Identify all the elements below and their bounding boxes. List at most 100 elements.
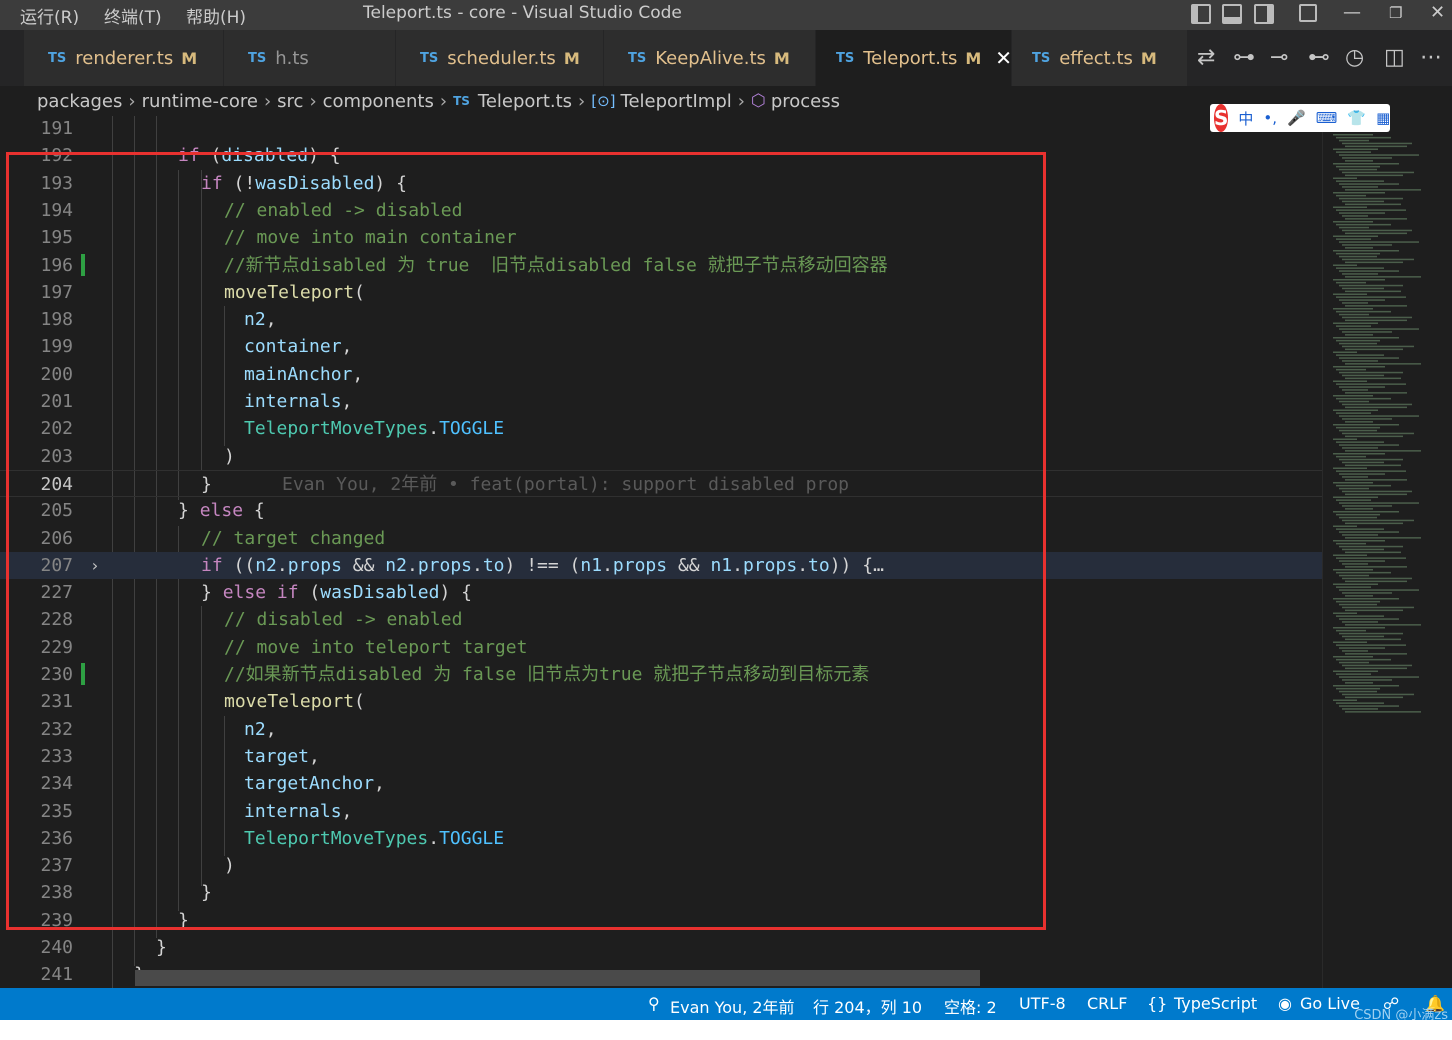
tab-teleport[interactable]: TS Teleport.ts M ✕ (816, 30, 1012, 86)
code-line[interactable]: 202 TeleportMoveTypes.TOGGLE (0, 415, 1322, 442)
code-line[interactable]: 203) (0, 443, 1322, 470)
breadcrumb-packages[interactable]: packages (37, 91, 122, 112)
minimap-line (1345, 392, 1407, 394)
breadcrumb-file[interactable]: Teleport.ts (478, 91, 572, 112)
git-compare-icon[interactable]: ⇄ (1197, 44, 1215, 72)
minimap-line (1336, 339, 1380, 342)
split-editor-icon[interactable]: ◫ (1384, 44, 1405, 72)
minimap-line (1345, 290, 1401, 293)
status-encoding[interactable]: UTF-8 (1019, 994, 1066, 1013)
toggle-primary-sidebar-icon[interactable] (1191, 4, 1211, 24)
code-line[interactable]: 207 if ((n2.props && n2.props.to) !== (n1… (0, 551, 1322, 580)
restore-icon[interactable]: ❐ (1389, 4, 1402, 22)
code-line[interactable]: 199 container, (0, 333, 1322, 360)
code-line[interactable]: 236 TeleportMoveTypes.TOGGLE (0, 825, 1322, 852)
minimap-line (1339, 502, 1419, 504)
toggle-panel-icon[interactable] (1222, 4, 1242, 24)
punctuation-icon[interactable]: •, (1263, 109, 1277, 127)
skin-icon[interactable]: 👕 (1347, 109, 1366, 127)
breadcrumb-components[interactable]: components (323, 91, 434, 112)
status-eol[interactable]: CRLF (1087, 994, 1127, 1013)
status-language[interactable]: TypeScript (1174, 994, 1257, 1013)
tab-keepalive[interactable]: TS KeepAlive.ts M (604, 30, 816, 86)
minimize-icon[interactable]: — (1343, 2, 1361, 23)
git-commit-icon[interactable]: ⊸ (1270, 44, 1288, 72)
close-tab-icon[interactable]: ✕ (995, 46, 1012, 70)
status-blame[interactable]: Evan You, 2年前 (670, 994, 795, 1018)
breadcrumb-src[interactable]: src (277, 91, 303, 112)
customize-layout-icon[interactable] (1299, 4, 1317, 22)
menu-terminal[interactable]: 终端(T) (104, 3, 162, 28)
code-line[interactable]: 238} (0, 879, 1322, 906)
code-line[interactable]: 201 internals, (0, 388, 1322, 415)
status-cursor-position[interactable]: 行 204，列 10 (813, 994, 922, 1018)
code-line[interactable]: 233 target, (0, 743, 1322, 770)
close-window-icon[interactable]: ✕ (1430, 2, 1445, 23)
code-line[interactable]: 194 // enabled -> disabled (0, 197, 1322, 224)
code-line[interactable]: 239} (0, 907, 1322, 934)
minimap-line (1333, 641, 1367, 643)
code-line[interactable]: 196 //新节点disabled 为 true 旧节点disabled fals… (0, 252, 1322, 279)
code-editor[interactable]: 191 192 if (disabled) {193 if (!wasDisabled… (0, 116, 1322, 988)
git-prev-change-icon[interactable]: ⊶ (1233, 44, 1255, 72)
code-line[interactable]: 231 moveTeleport( (0, 688, 1322, 715)
code-line[interactable]: 205} else { (0, 497, 1322, 524)
minimap-line (1345, 638, 1401, 641)
timeline-icon[interactable]: ◷ (1345, 44, 1364, 72)
minimap-line (1342, 302, 1368, 304)
toggle-secondary-sidebar-icon[interactable] (1254, 4, 1274, 24)
keyboard-icon[interactable]: ⌨ (1316, 109, 1338, 127)
code-line[interactable]: 227} else if (wasDisabled) { (0, 579, 1322, 606)
minimap-line (1333, 424, 1399, 426)
minimap-line (1336, 368, 1366, 371)
tab-h[interactable]: TS h.ts (224, 30, 396, 86)
code-line[interactable]: 204} Evan You, 2年前 • feat(portal): suppor… (0, 469, 1322, 498)
tab-effect[interactable]: TS effect.ts M (1012, 30, 1188, 86)
fold-chevron-icon[interactable]: › (90, 552, 100, 579)
code-line[interactable]: 228 // disabled -> enabled (0, 606, 1322, 633)
minimap-line (1336, 470, 1406, 472)
git-modified-marker[interactable] (81, 663, 85, 685)
minimap-line (1339, 371, 1403, 374)
git-modified-marker[interactable] (81, 253, 85, 276)
status-go-live[interactable]: Go Live (1300, 994, 1360, 1013)
menu-run[interactable]: 运行(R) (20, 3, 79, 28)
code-line[interactable]: 206 // target changed (0, 525, 1322, 552)
code-line[interactable]: 240} (0, 934, 1322, 961)
minimap-line (1336, 644, 1406, 646)
code-line[interactable]: 193 if (!wasDisabled) { (0, 170, 1322, 197)
minimap-line (1339, 226, 1369, 229)
minimap-line (1342, 664, 1412, 667)
tab-scheduler[interactable]: TS scheduler.ts M (396, 30, 604, 86)
minimap-line (1342, 548, 1384, 551)
minimap-line (1336, 571, 1391, 574)
code-line[interactable]: 232 n2, (0, 716, 1322, 743)
apps-grid-icon[interactable]: ▦ (1376, 109, 1390, 127)
minimap[interactable] (1322, 116, 1452, 988)
git-next-change-icon[interactable]: ⊷ (1308, 44, 1330, 72)
code-line[interactable]: 191 (0, 116, 1322, 142)
ime-mode-label[interactable]: 中 (1238, 108, 1253, 129)
horizontal-scrollbar[interactable] (135, 970, 980, 986)
code-line[interactable]: 234 targetAnchor, (0, 770, 1322, 797)
more-actions-icon[interactable]: ⋯ (1420, 44, 1442, 72)
code-line[interactable]: 235 internals, (0, 798, 1322, 825)
code-line[interactable]: 200 mainAnchor, (0, 361, 1322, 388)
status-indentation[interactable]: 空格: 2 (944, 994, 997, 1018)
code-line[interactable]: 195 // move into main container (0, 224, 1322, 251)
minimap-line (1339, 284, 1403, 287)
code-line[interactable]: 229 // move into teleport target (0, 634, 1322, 661)
breadcrumb-symbol[interactable]: TeleportImpl (621, 91, 732, 112)
code-line[interactable]: 197 moveTeleport( (0, 279, 1322, 306)
ime-toolbar[interactable]: S 中 •, 🎤 ⌨ 👕 ▦ (1210, 104, 1390, 132)
code-line[interactable]: 237) (0, 852, 1322, 879)
breadcrumb-runtime-core[interactable]: runtime-core (142, 91, 258, 112)
code-line[interactable]: 198 n2, (0, 306, 1322, 333)
code-line[interactable]: 230 //如果新节点disabled 为 false 旧节点为true 就把子节… (0, 661, 1322, 688)
menu-help[interactable]: 帮助(H) (186, 3, 246, 28)
code-line[interactable]: 192 if (disabled) { (0, 142, 1322, 169)
code-text: if ((n2.props && n2.props.to) !== (n1.pr… (201, 554, 884, 576)
breadcrumb-method[interactable]: process (771, 91, 840, 112)
microphone-icon[interactable]: 🎤 (1287, 109, 1306, 127)
tab-renderer[interactable]: TS renderer.ts M (24, 30, 224, 86)
